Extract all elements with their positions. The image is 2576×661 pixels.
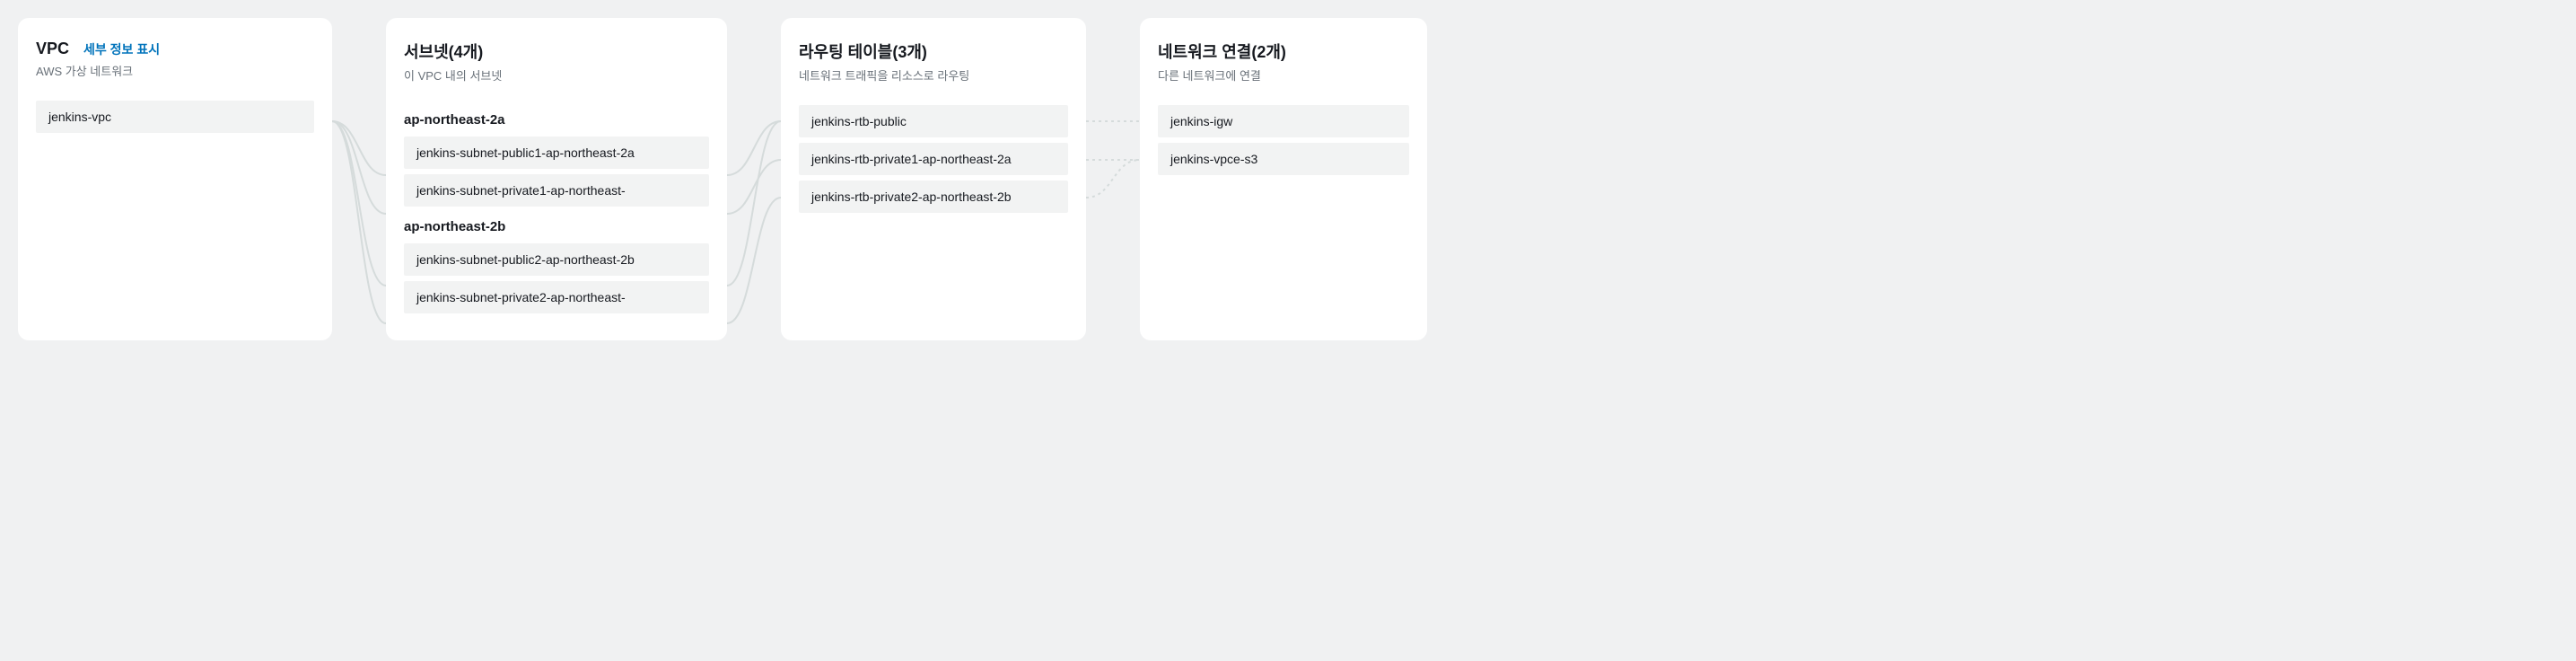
route-tables-column: 라우팅 테이블(3개) 네트워크 트래픽을 리소스로 라우팅 jenkins-r… [781, 18, 1086, 340]
connections-column: 네트워크 연결(2개) 다른 네트워크에 연결 jenkins-igw jenk… [1140, 18, 1427, 340]
subnets-title: 서브넷(4개) [404, 40, 709, 63]
vpc-subtitle: AWS 가상 네트워크 [36, 62, 314, 79]
route-table-item[interactable]: jenkins-rtb-public [799, 105, 1068, 137]
subnet-item[interactable]: jenkins-subnet-private1-ap-northeast- [404, 174, 709, 207]
connection-item[interactable]: jenkins-igw [1158, 105, 1409, 137]
subnet-item[interactable]: jenkins-subnet-private2-ap-northeast- [404, 281, 709, 313]
route-table-item[interactable]: jenkins-rtb-private2-ap-northeast-2b [799, 181, 1068, 213]
vpc-item[interactable]: jenkins-vpc [36, 101, 314, 133]
routes-header: 라우팅 테이블(3개) 네트워크 트래픽을 리소스로 라우팅 [799, 40, 1068, 84]
subnet-item[interactable]: jenkins-subnet-public2-ap-northeast-2b [404, 243, 709, 276]
subnet-item[interactable]: jenkins-subnet-public1-ap-northeast-2a [404, 137, 709, 169]
show-details-link[interactable]: 세부 정보 표시 [83, 40, 160, 58]
connections-header: 네트워크 연결(2개) 다른 네트워크에 연결 [1158, 40, 1409, 84]
vpc-column: VPC 세부 정보 표시 AWS 가상 네트워크 jenkins-vpc [18, 18, 332, 340]
subnets-column: 서브넷(4개) 이 VPC 내의 서브넷 ap-northeast-2a jen… [386, 18, 727, 340]
routes-subtitle: 네트워크 트래픽을 리소스로 라우팅 [799, 66, 1068, 84]
resource-map-container: VPC 세부 정보 표시 AWS 가상 네트워크 jenkins-vpc 서브넷… [18, 18, 2558, 340]
subnets-header: 서브넷(4개) 이 VPC 내의 서브넷 [404, 40, 709, 84]
vpc-title: VPC [36, 40, 69, 58]
az-group-label: ap-northeast-2b [404, 212, 709, 243]
az-group-label: ap-northeast-2a [404, 105, 709, 137]
subnets-subtitle: 이 VPC 내의 서브넷 [404, 66, 709, 84]
route-table-item[interactable]: jenkins-rtb-private1-ap-northeast-2a [799, 143, 1068, 175]
connections-subtitle: 다른 네트워크에 연결 [1158, 66, 1409, 84]
connection-item[interactable]: jenkins-vpce-s3 [1158, 143, 1409, 175]
vpc-header: VPC 세부 정보 표시 AWS 가상 네트워크 [36, 40, 314, 79]
connections-title: 네트워크 연결(2개) [1158, 40, 1409, 63]
routes-title: 라우팅 테이블(3개) [799, 40, 1068, 63]
